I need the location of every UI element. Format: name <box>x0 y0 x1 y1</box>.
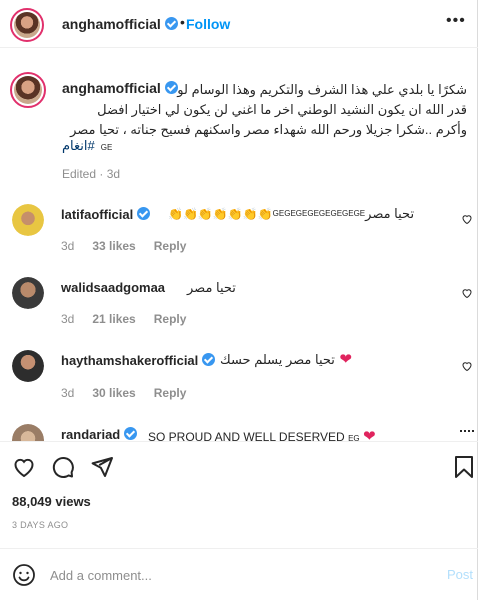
comment-meta: 3d 33 likes Reply <box>61 239 204 253</box>
comment-username-text[interactable]: walidsaadgomaa <box>61 280 165 295</box>
like-comment-heart-icon[interactable] <box>461 360 473 372</box>
clapping-hands-icon: 👏 <box>168 207 183 221</box>
clapping-hands-icon: 👏 <box>197 207 213 221</box>
verified-badge-icon <box>164 81 178 94</box>
comment-likes[interactable]: 30 likes <box>92 386 135 400</box>
caption-line-2: قدر الله ان يكون النشيد الوطني اخر ما اغ… <box>97 102 467 117</box>
more-options-icon[interactable]: ••• <box>446 12 466 30</box>
comment-form: Post <box>0 548 478 600</box>
like-comment-heart-icon[interactable] <box>461 213 473 225</box>
add-comment-input[interactable] <box>50 563 430 587</box>
comment-partial: randariad SO PROUD AND WELL DESERVED EG … <box>0 420 478 441</box>
emoji-smiley-icon[interactable] <box>12 563 36 587</box>
separator-dot: • <box>180 14 185 30</box>
flag-emoji: GE <box>100 143 113 152</box>
clapping-hands-icon: 👏 <box>242 207 258 221</box>
comment-age: 3d <box>61 386 75 400</box>
caption-meta: Edited · 3d <box>62 167 121 181</box>
flag-emoji: EG <box>348 434 360 441</box>
comment-avatar-image <box>12 204 44 236</box>
comment-age: 3d <box>61 239 75 253</box>
verified-badge-icon <box>137 207 151 220</box>
author-username-text[interactable]: anghamofficial <box>62 16 161 32</box>
comment-rtl-text: تحيا مصر يسلم حسك <box>220 352 335 367</box>
comment-bubble-icon[interactable] <box>51 455 75 479</box>
comment-text: 👏👏👏👏👏👏👏GEGEGEGEGEGEGEGEتحيا مصر <box>168 205 414 223</box>
caption-hashtags: #انغام GE <box>62 138 112 154</box>
clapping-hands-icon: 👏 <box>182 207 198 221</box>
comment-body-text: SO PROUD AND WELL DESERVED <box>148 430 345 441</box>
views-count[interactable]: 88,049 views <box>12 494 91 509</box>
comment-avatar[interactable] <box>12 277 44 309</box>
section-divider <box>0 441 478 442</box>
post-comment-button[interactable]: Post <box>447 567 473 582</box>
comment-username-text[interactable]: haythamshakerofficial <box>61 353 198 368</box>
comment-avatar-image <box>12 424 44 441</box>
comment-avatar[interactable] <box>12 424 44 441</box>
like-heart-icon[interactable] <box>12 455 36 479</box>
comment-rtl-text: تحيا مصر <box>187 280 236 295</box>
post-header: anghamofficial • Follow ••• <box>0 0 478 48</box>
caption-username-text[interactable]: anghamofficial <box>62 80 161 96</box>
post-date: 3 DAYS AGO <box>12 520 69 530</box>
clapping-hands-icon: 👏 <box>257 207 273 221</box>
reply-button[interactable]: Reply <box>154 312 187 326</box>
comment-username[interactable]: haythamshakerofficial <box>61 353 216 368</box>
follow-button[interactable]: Follow <box>186 16 230 32</box>
comment-meta: 3d 21 likes Reply <box>61 312 204 326</box>
caption-line-3: وأكرم ..شكرا جزيلا ورحم الله شهداء مصر و… <box>70 122 467 137</box>
comment-username-text[interactable]: latifaofficial <box>61 207 133 222</box>
comment-username[interactable]: walidsaadgomaa <box>61 280 165 295</box>
caption-avatar-image <box>14 76 42 104</box>
comment-avatar-image <box>12 277 44 309</box>
clapping-hands-icon: 👏 <box>212 207 228 221</box>
caption-author-avatar[interactable] <box>10 72 46 108</box>
verified-badge-icon <box>164 17 178 30</box>
comment-likes[interactable]: 21 likes <box>92 312 135 326</box>
clapping-hands-icon: 👏 <box>227 207 243 221</box>
more-options-icon[interactable] <box>460 430 474 432</box>
save-bookmark-icon[interactable] <box>452 455 476 479</box>
flag-emoji-row: GEGEGEGEGEGEGEGE <box>272 209 366 218</box>
comment-avatar-image <box>12 350 44 382</box>
comment-username-text[interactable]: randariad <box>61 427 120 441</box>
comment-text: تحيا مصر يسلم حسك ❤ <box>220 350 352 369</box>
author-username[interactable]: anghamofficial <box>62 16 178 32</box>
avatar-image <box>14 12 40 38</box>
like-comment-heart-icon[interactable] <box>461 287 473 299</box>
comment-age: 3d <box>61 312 75 326</box>
comment-username[interactable]: randariad <box>61 427 138 441</box>
red-heart-icon: ❤ <box>339 351 352 368</box>
hashtag-link[interactable]: #انغام <box>62 138 95 154</box>
comment-username[interactable]: latifaofficial <box>61 207 151 222</box>
reply-button[interactable]: Reply <box>154 239 187 253</box>
post-panel: anghamofficial • Follow ••• anghamoffici… <box>0 0 478 600</box>
red-heart-icon: ❤ <box>362 428 376 441</box>
share-paper-plane-icon[interactable] <box>90 455 114 479</box>
comment-text: SO PROUD AND WELL DESERVED EG ❤ <box>148 427 376 441</box>
comment-meta: 3d 30 likes Reply <box>61 386 204 400</box>
caption-line-1: شكرًا يا بلدي علي هذا الشرف والتكريم وهذ… <box>177 82 467 97</box>
caption-username[interactable]: anghamofficial <box>62 80 178 96</box>
author-avatar[interactable] <box>10 8 44 42</box>
comment-avatar[interactable] <box>12 204 44 236</box>
reply-button[interactable]: Reply <box>154 386 187 400</box>
verified-badge-icon <box>124 427 138 440</box>
comment-likes[interactable]: 33 likes <box>92 239 135 253</box>
comment-avatar[interactable] <box>12 350 44 382</box>
comment-rtl-text: تحيا مصر <box>365 206 415 221</box>
verified-badge-icon <box>202 353 216 366</box>
